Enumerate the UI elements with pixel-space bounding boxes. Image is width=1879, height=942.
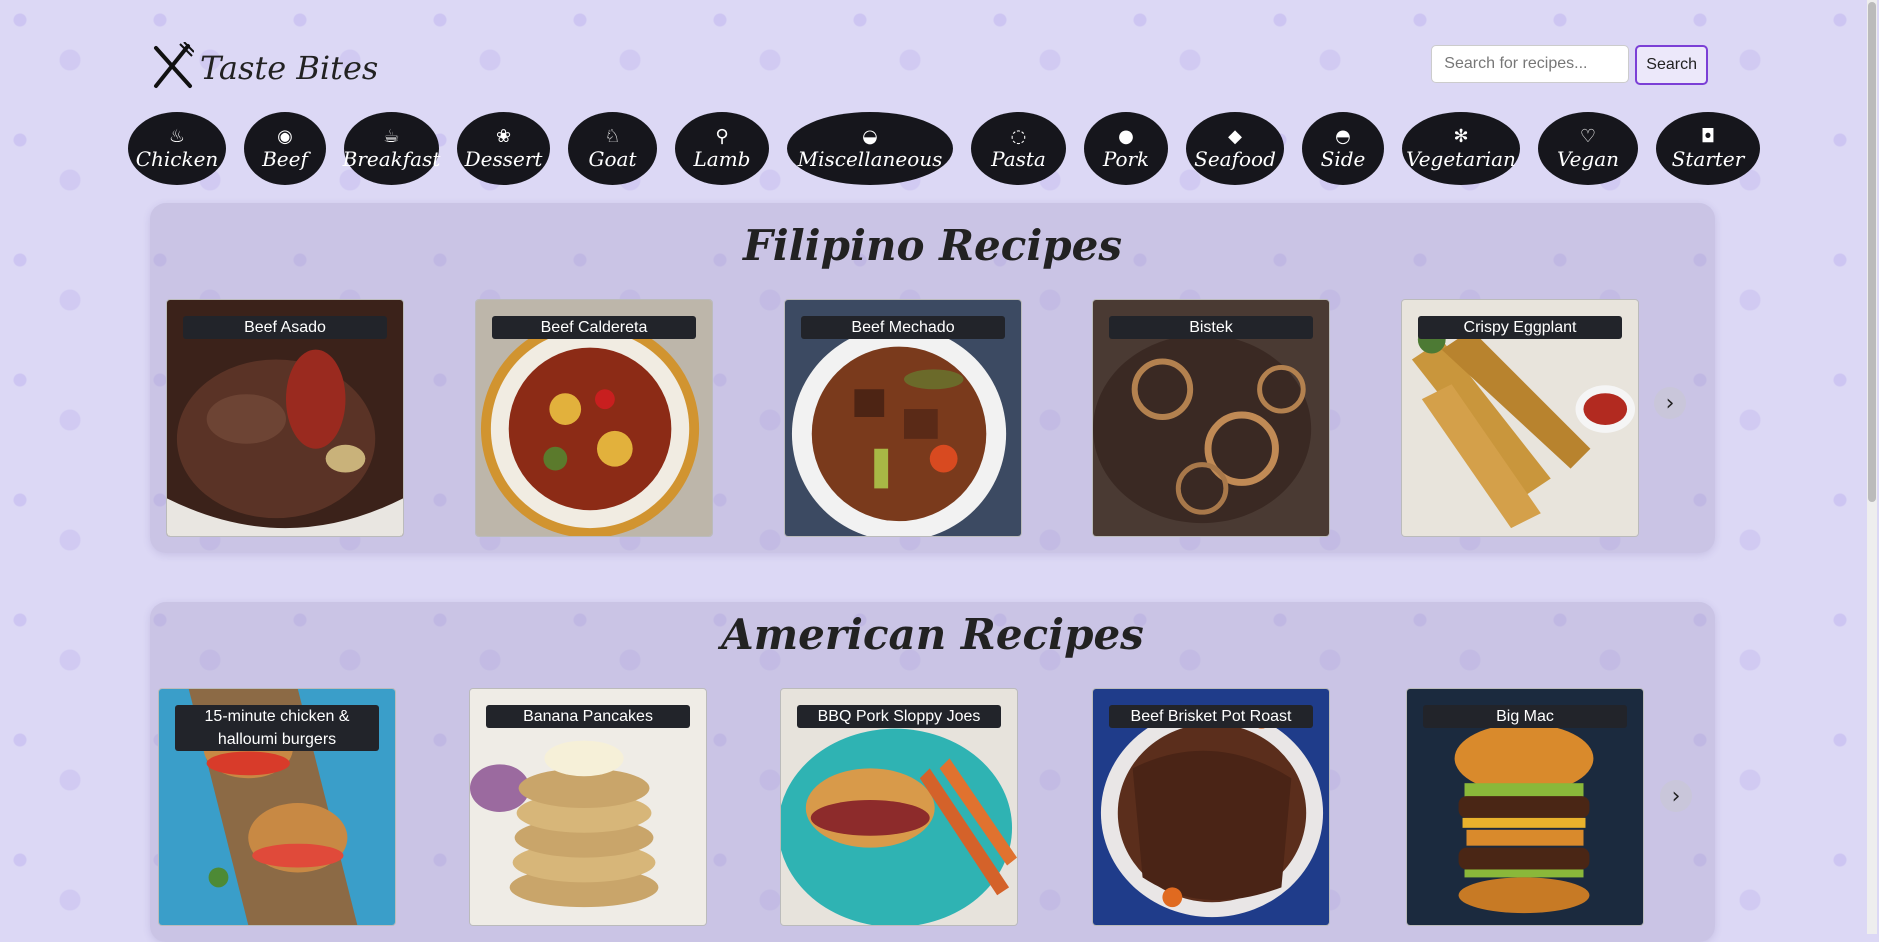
recipe-title: Crispy Eggplant <box>1418 316 1622 339</box>
pig-icon: ● <box>1118 125 1134 147</box>
category-label: Side <box>1320 146 1366 171</box>
recipe-card[interactable]: Big Mac <box>1406 688 1644 926</box>
category-side[interactable]: ◓ Side <box>1302 112 1384 185</box>
category-label: Goat <box>588 146 637 171</box>
recipe-title: BBQ Pork Sloppy Joes <box>797 705 1001 728</box>
category-dessert[interactable]: ❀ Dessert <box>457 112 550 185</box>
category-breakfast[interactable]: ☕ Breakfast <box>342 112 441 185</box>
category-lamb[interactable]: ⚲ Lamb <box>675 112 769 185</box>
category-label: Vegan <box>1556 146 1620 171</box>
herb-icon: ✻ <box>1453 125 1469 147</box>
search-button[interactable]: Search <box>1635 45 1708 85</box>
category-label: Pasta <box>991 146 1046 171</box>
category-beef[interactable]: ◉ Beef <box>244 112 326 185</box>
category-vegan[interactable]: ♡ Vegan <box>1538 112 1638 185</box>
fish-icon: ◆ <box>1228 125 1242 147</box>
category-nav: ♨ Chicken ◉ Beef ☕ Breakfast ❀ Dessert ♘… <box>128 112 1760 185</box>
steak-icon: ◉ <box>277 125 293 147</box>
carousel-next-button[interactable]: › <box>1660 780 1692 812</box>
category-vegetarian[interactable]: ✻ Vegetarian <box>1402 112 1520 185</box>
coffee-icon: ☕ <box>383 125 400 147</box>
category-label: Chicken <box>135 146 219 171</box>
category-pasta[interactable]: ◌ Pasta <box>971 112 1066 185</box>
pasta-icon: ◌ <box>1010 125 1027 147</box>
category-label: Lamb <box>693 146 751 171</box>
recipe-title: Beef Mechado <box>801 316 1005 339</box>
cupcake-icon: ❀ <box>495 125 512 147</box>
site-header: Taste Bites Search <box>150 40 1710 100</box>
recipe-card[interactable]: Beef Asado <box>166 299 404 537</box>
brand-name: Taste Bites <box>200 49 379 87</box>
section-title: Filipino Recipes <box>742 221 1123 270</box>
scrollbar-thumb[interactable] <box>1868 2 1876 502</box>
category-label: Starter <box>1671 146 1745 171</box>
recipe-title: Beef Brisket Pot Roast <box>1109 705 1313 728</box>
recipe-title: Beef Caldereta <box>492 316 696 339</box>
section-filipino: Filipino Recipes Beef Asado Beef Caldere… <box>150 203 1715 553</box>
category-label: Breakfast <box>342 146 441 171</box>
category-pork[interactable]: ● Pork <box>1084 112 1168 185</box>
category-label: Miscellaneous <box>797 146 943 171</box>
category-miscellaneous[interactable]: ◒ Miscellaneous <box>787 112 953 185</box>
section-american: American Recipes 15-minute chicken & hal… <box>150 602 1715 942</box>
leaf-icon: ♡ <box>1579 125 1597 147</box>
search-form: Search <box>1431 45 1708 85</box>
category-label: Vegetarian <box>1406 146 1516 171</box>
recipe-title: Bistek <box>1109 316 1313 339</box>
recipe-card[interactable]: Crispy Eggplant <box>1401 299 1639 537</box>
recipe-card[interactable]: Banana Pancakes <box>469 688 707 926</box>
recipe-card[interactable]: Bistek <box>1092 299 1330 537</box>
recipe-title: Banana Pancakes <box>486 705 690 728</box>
burger-icon: ◘ <box>1700 125 1716 147</box>
drumstick-icon: ⚲ <box>715 125 729 147</box>
category-seafood[interactable]: ◆ Seafood <box>1186 112 1284 185</box>
category-goat[interactable]: ♘ Goat <box>568 112 657 185</box>
category-label: Beef <box>262 146 308 171</box>
recipe-card[interactable]: Beef Caldereta <box>475 299 713 537</box>
chevron-right-icon: › <box>1671 783 1681 809</box>
bowl-icon: ◒ <box>862 125 878 147</box>
recipe-card[interactable]: Beef Mechado <box>784 299 1022 537</box>
carousel-next-button[interactable]: › <box>1654 387 1686 419</box>
category-label: Seafood <box>1194 146 1276 171</box>
recipe-title: Big Mac <box>1423 705 1627 728</box>
search-input[interactable] <box>1431 45 1630 83</box>
rice-bowl-icon: ◓ <box>1335 125 1351 147</box>
recipe-title: Beef Asado <box>183 316 387 339</box>
fork-knife-icon <box>150 41 195 94</box>
chevron-right-icon: › <box>1665 390 1675 416</box>
recipe-card[interactable]: Beef Brisket Pot Roast <box>1092 688 1330 926</box>
recipe-card[interactable]: BBQ Pork Sloppy Joes <box>780 688 1018 926</box>
category-label: Dessert <box>464 146 543 171</box>
goat-icon: ♘ <box>604 125 621 147</box>
recipe-title: 15-minute chicken & halloumi burgers <box>175 705 379 751</box>
chicken-icon: ♨ <box>168 125 186 147</box>
category-starter[interactable]: ◘ Starter <box>1656 112 1760 185</box>
recipe-card[interactable]: 15-minute chicken & halloumi burgers <box>158 688 396 926</box>
brand-logo[interactable]: Taste Bites <box>150 41 379 94</box>
category-chicken[interactable]: ♨ Chicken <box>128 112 226 185</box>
section-title: American Recipes <box>721 610 1144 659</box>
category-label: Pork <box>1102 146 1150 171</box>
